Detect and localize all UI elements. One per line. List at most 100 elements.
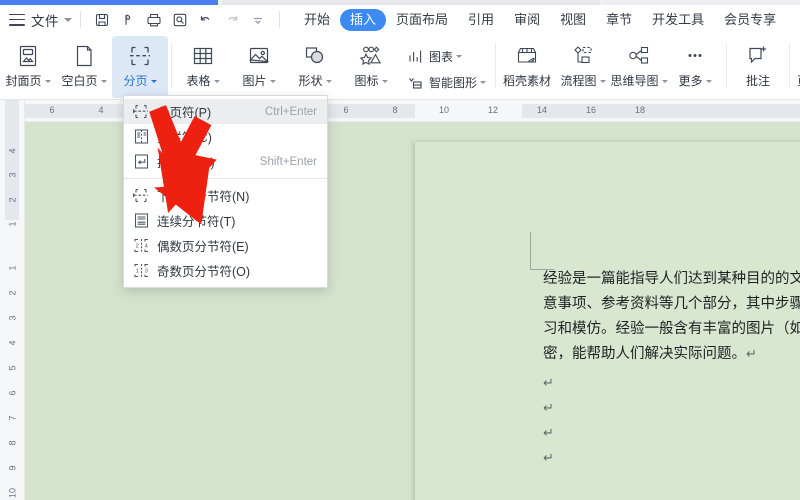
tab-references[interactable]: 引用 (458, 9, 504, 31)
page-break-button[interactable]: 分页 (112, 36, 168, 98)
chevron-down-icon[interactable] (213, 79, 220, 83)
table-label: 表格 (186, 74, 220, 88)
vertical-ruler[interactable]: 4 3 2 1 1 2 3 4 5 6 7 8 9 10 (0, 100, 25, 500)
chevron-down-icon[interactable] (480, 80, 487, 84)
paragraph-mark: ↵ (543, 450, 554, 465)
label-text: 图标 (354, 74, 379, 88)
text-wrap-break-icon (130, 153, 152, 171)
divider (80, 11, 81, 28)
comment-button[interactable]: 批注 (730, 36, 786, 98)
flowchart-button[interactable]: 流程图 (555, 36, 611, 98)
tab-page-layout[interactable]: 页面布局 (386, 9, 458, 31)
picture-button[interactable]: 图片 (231, 36, 287, 98)
chevron-down-icon[interactable] (705, 79, 712, 83)
print-preview-icon[interactable] (115, 8, 141, 32)
document-line: 经验是一篇能指导人们达到某种目的的文章 (543, 271, 800, 287)
tab-member[interactable]: 会员专享 (714, 9, 786, 31)
divider (726, 44, 728, 88)
docer-material-button[interactable]: 稻壳素材 (499, 36, 555, 98)
menu-item-label: 连续分节符(T) (157, 215, 236, 229)
comment-icon (745, 41, 771, 71)
tab-review[interactable]: 审阅 (504, 9, 550, 31)
page-break-dropdown-menu[interactable]: 分页符(P) Ctrl+Enter 分栏符(C) 换行符(W) Shift+En… (123, 95, 328, 288)
tab-sections[interactable]: 章节 (596, 9, 642, 31)
chart-label: 图表 (429, 48, 463, 65)
blank-page-button[interactable]: 空白页 (56, 36, 112, 98)
smartart-button[interactable]: 智能图形 (399, 69, 492, 95)
empty-paragraphs[interactable]: ↵ ↵ ↵ ↵ (543, 370, 554, 470)
ruler-tick: 16 (585, 105, 597, 115)
blank-page-icon (71, 41, 97, 71)
undo-icon[interactable] (193, 8, 219, 32)
svg-text:4: 4 (144, 244, 147, 250)
search-icon[interactable] (167, 8, 193, 32)
more-button[interactable]: 更多 (667, 36, 723, 98)
ruler-tick: 12 (487, 105, 499, 115)
document-page[interactable]: 经验是一篇能指导人们达到某种目的的文章 意事项、参考资料等几个部分，其中步骤内 … (415, 142, 800, 500)
tab-start[interactable]: 开始 (294, 9, 340, 31)
chevron-down-icon[interactable] (325, 79, 332, 83)
chevron-down-icon[interactable] (100, 79, 107, 83)
ruler-tick: 4 (7, 148, 18, 154)
document-paragraph[interactable]: 经验是一篇能指导人们达到某种目的的文章 意事项、参考资料等几个部分，其中步骤内 … (543, 267, 800, 367)
cover-page-button[interactable]: 封面页 (0, 36, 56, 98)
tab-developer[interactable]: 开发工具 (642, 9, 714, 31)
svg-text:3: 3 (144, 269, 147, 275)
paragraph-mark: ↵ (543, 425, 554, 440)
menu-item-label: 奇数页分节符(O) (157, 265, 251, 279)
document-line: 密，能帮助人们解决实际问题。↵ (543, 342, 800, 367)
comment-label: 批注 (746, 74, 770, 88)
chevron-down-icon[interactable] (64, 17, 72, 22)
svg-text:1: 1 (135, 269, 138, 275)
label-text: 稻壳素材 (503, 74, 552, 88)
document-line-text: 密，能帮助人们解决实际问题。 (543, 346, 746, 362)
ruler-tick: 3 (7, 315, 18, 321)
menu-item-page-break[interactable]: 分页符(P) Ctrl+Enter (124, 99, 327, 124)
label-text: 智能图形 (429, 75, 478, 90)
menu-item-shortcut: Ctrl+Enter (264, 105, 317, 118)
icons-button[interactable]: 图标 (343, 36, 399, 98)
save-icon[interactable] (89, 8, 115, 32)
chevron-down-icon[interactable] (150, 79, 157, 83)
redo-icon[interactable] (219, 8, 245, 32)
smartart-label: 智能图形 (429, 74, 487, 91)
shapes-button[interactable]: 形状 (287, 36, 343, 98)
menu-item-label: 分栏符(C) (157, 131, 212, 145)
table-button[interactable]: 表格 (175, 36, 231, 98)
header-footer-button[interactable]: 页眉页脚 (793, 36, 800, 98)
menu-item-text-wrap-break[interactable]: 换行符(W) Shift+Enter (124, 149, 327, 174)
menu-item-next-page-section[interactable]: 下一页分节符(N) (124, 183, 327, 208)
docer-material-label: 稻壳素材 (503, 74, 551, 88)
print-icon[interactable] (141, 8, 167, 32)
chart-button[interactable]: 图表 (399, 43, 492, 69)
ruler-tick: 14 (536, 105, 548, 115)
chevron-down-icon[interactable] (269, 79, 276, 83)
hamburger-icon[interactable] (9, 13, 25, 26)
chevron-down-icon[interactable] (599, 79, 606, 83)
label-text: 流程图 (560, 74, 597, 88)
chevron-down-icon[interactable] (44, 79, 51, 83)
tab-view[interactable]: 视图 (550, 9, 596, 31)
file-menu-label[interactable]: 文件 (31, 10, 59, 30)
menu-item-odd-page-section[interactable]: 1 3 奇数页分节符(O) (124, 258, 327, 283)
tab-insert[interactable]: 插入 (340, 8, 387, 31)
ruler-tick: 10 (7, 488, 18, 499)
label-text: 形状 (298, 74, 323, 88)
chevron-down-icon[interactable] (456, 54, 463, 58)
customize-caret-icon[interactable] (245, 8, 271, 32)
label-text: 空白页 (61, 74, 98, 88)
mindmap-button[interactable]: 思维导图 (611, 36, 668, 98)
menu-item-continuous-section[interactable]: 连续分节符(T) (124, 208, 327, 233)
label-text: 图表 (429, 49, 454, 64)
label-text: 表格 (186, 74, 211, 88)
menu-item-column-break[interactable]: 分栏符(C) (124, 124, 327, 149)
menu-item-label: 换行符(W) (157, 156, 215, 170)
blank-page-label: 空白页 (61, 74, 107, 88)
menu-item-even-page-section[interactable]: 2 4 偶数页分节符(E) (124, 233, 327, 258)
ruler-tick: 7 (7, 415, 18, 421)
chevron-down-icon[interactable] (381, 79, 388, 83)
ruler-tick: 10 (438, 105, 450, 115)
icons-icon (358, 41, 384, 71)
divider (279, 11, 280, 28)
more-dots-icon (682, 41, 708, 71)
